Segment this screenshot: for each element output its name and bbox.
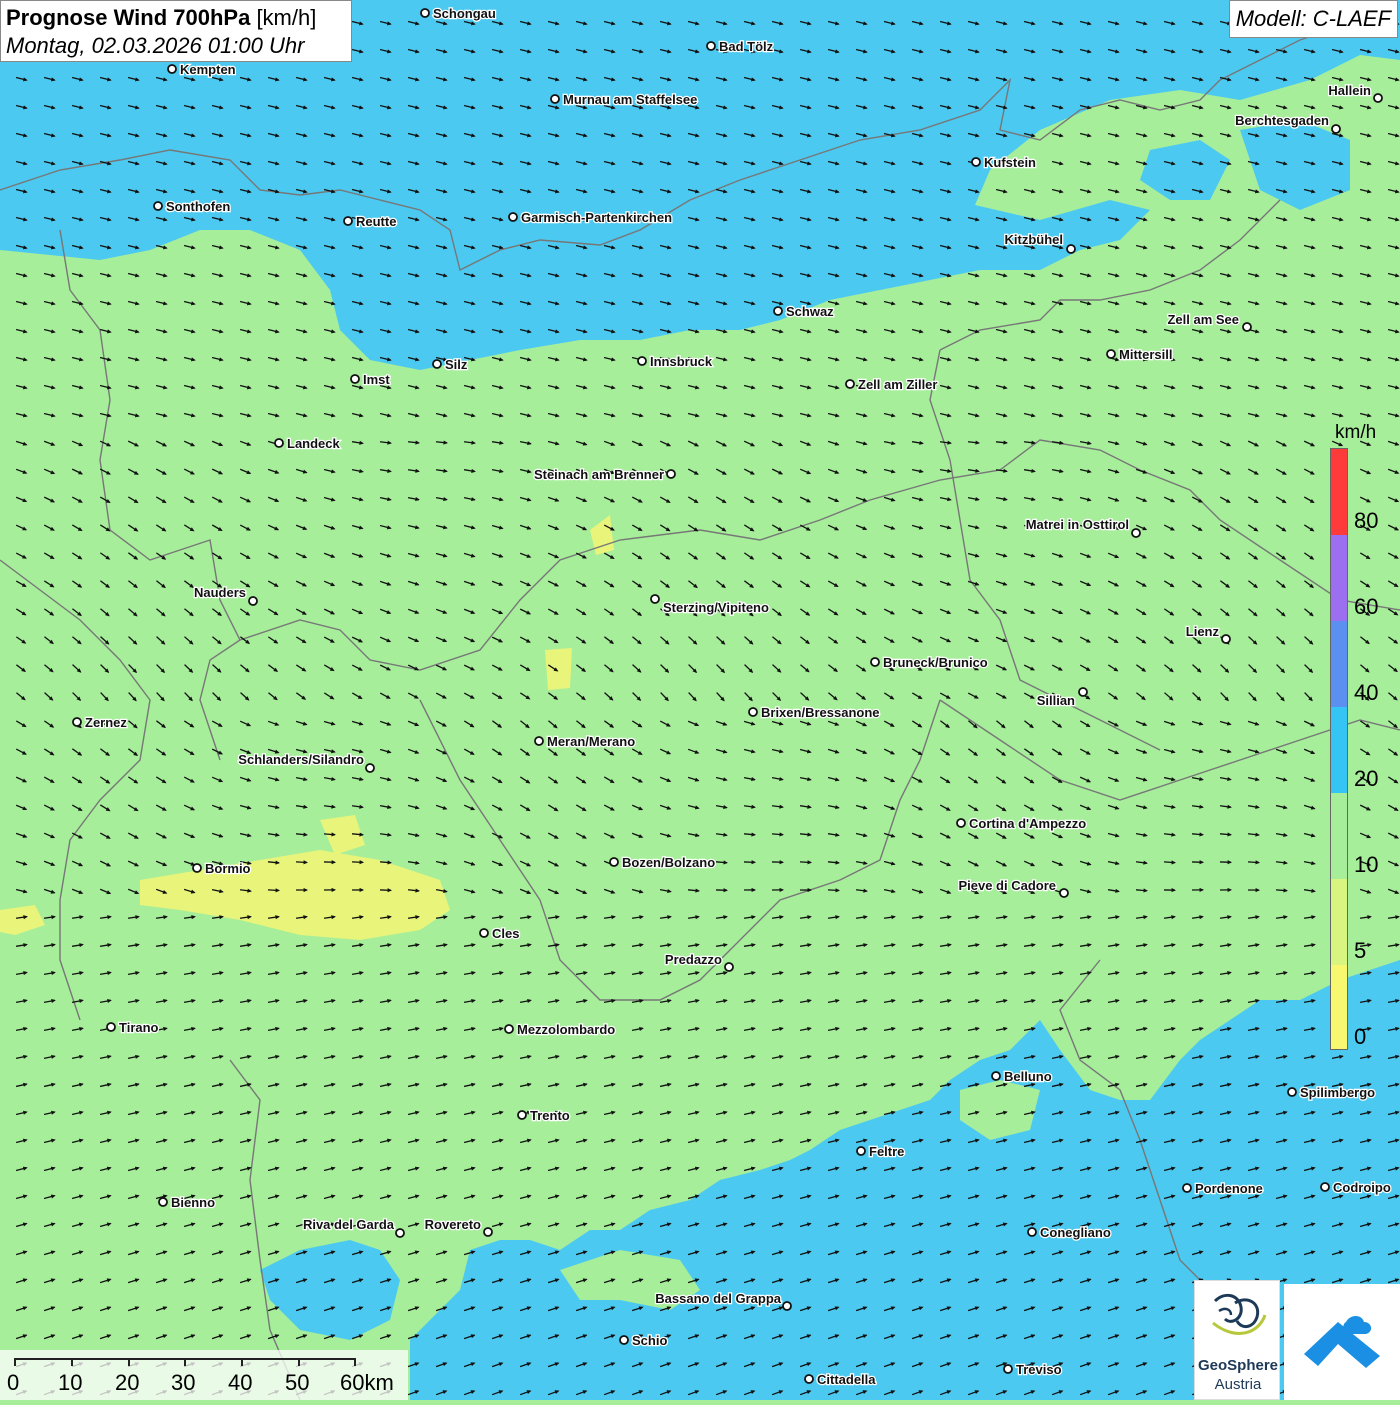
wind-map: SchongauBad TölzKemptenMurnau am Staffel…	[0, 0, 1400, 1400]
vinschgau-weak-wind-area	[545, 648, 572, 690]
